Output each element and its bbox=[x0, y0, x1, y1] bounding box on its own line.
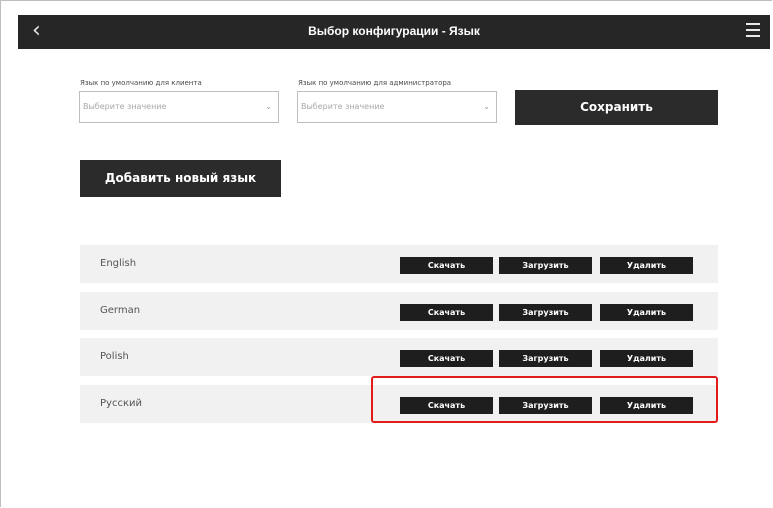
client-language-label: Язык по умолчанию для клиента bbox=[80, 79, 202, 87]
language-name: Русский bbox=[100, 398, 142, 409]
language-name: German bbox=[100, 305, 141, 316]
page-title: Выбор конфигурации - Язык bbox=[308, 24, 480, 38]
upload-button[interactable]: Загрузить bbox=[499, 304, 592, 321]
add-language-button[interactable]: Добавить новый язык bbox=[80, 160, 281, 197]
delete-button[interactable]: Удалить bbox=[600, 257, 693, 274]
chevron-down-icon: ⌄ bbox=[265, 102, 272, 111]
chevron-down-icon: ⌄ bbox=[483, 102, 490, 111]
admin-language-placeholder: Выберите значение bbox=[301, 102, 385, 111]
download-button[interactable]: Скачать bbox=[400, 257, 493, 274]
delete-button[interactable]: Удалить bbox=[600, 304, 693, 321]
client-language-placeholder: Выберите значение bbox=[83, 102, 167, 111]
admin-language-label: Язык по умолчанию для администратора bbox=[298, 79, 452, 87]
language-name: English bbox=[100, 258, 137, 269]
language-row-english: English Скачать Загрузить Удалить bbox=[80, 245, 718, 283]
upload-button[interactable]: Загрузить bbox=[499, 257, 592, 274]
hamburger-menu-icon[interactable] bbox=[746, 23, 760, 41]
delete-button[interactable]: Удалить bbox=[600, 350, 693, 367]
download-button[interactable]: Скачать bbox=[400, 350, 493, 367]
language-row-german: German Скачать Загрузить Удалить bbox=[80, 292, 718, 330]
client-language-select[interactable]: Выберите значение ⌄ bbox=[79, 91, 279, 123]
download-button[interactable]: Скачать bbox=[400, 304, 493, 321]
save-button[interactable]: Сохранить bbox=[515, 90, 718, 125]
language-name: Polish bbox=[100, 351, 129, 362]
language-row-polish: Polish Скачать Загрузить Удалить bbox=[80, 338, 718, 376]
admin-language-select[interactable]: Выберите значение ⌄ bbox=[297, 91, 497, 123]
top-bar: ‹ Выбор конфигурации - Язык bbox=[18, 15, 770, 49]
annotation-highlight-box bbox=[371, 376, 718, 423]
upload-button[interactable]: Загрузить bbox=[499, 350, 592, 367]
